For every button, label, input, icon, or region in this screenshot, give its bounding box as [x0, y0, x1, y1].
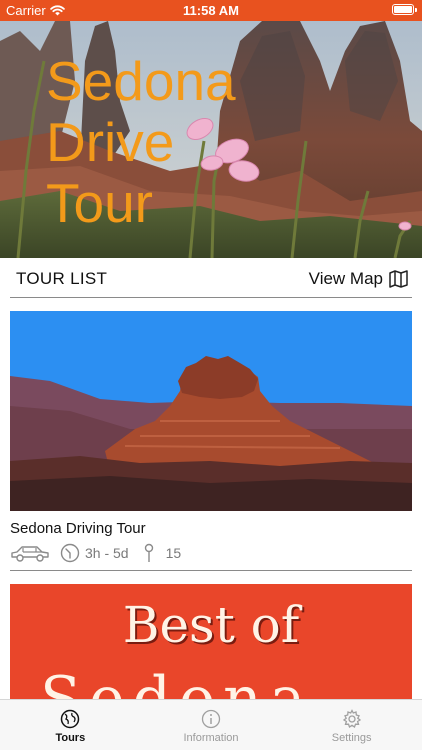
- tab-label: Information: [183, 732, 239, 744]
- tab-tours[interactable]: Tours: [0, 700, 141, 750]
- hero-banner: Sedona Drive Tour: [0, 21, 422, 258]
- tab-bar: Tours Information Settings: [0, 699, 422, 750]
- stops-meta: 15: [143, 543, 182, 563]
- hero-title: Sedona Drive Tour: [46, 51, 346, 234]
- tour-image-text: Sedona: [40, 664, 314, 699]
- pin-icon: [144, 543, 153, 562]
- view-map-button[interactable]: View Map: [309, 269, 412, 289]
- tour-meta: 3h - 5d 15: [10, 543, 412, 563]
- tab-information[interactable]: Information: [141, 700, 282, 750]
- tab-label: Settings: [331, 732, 372, 744]
- hero-title-line: Sedona: [46, 50, 236, 112]
- vehicle-meta: [10, 543, 50, 563]
- status-bar: Carrier 11:58 AM: [0, 0, 422, 21]
- clock-icon: [60, 543, 80, 563]
- tour-image-text: Best of: [122, 596, 300, 654]
- stops-count: 15: [165, 545, 182, 561]
- tab-label: Tours: [55, 732, 86, 744]
- status-right: [392, 4, 417, 15]
- tour-name: Sedona Driving Tour: [10, 520, 146, 537]
- duration-label: 3h - 5d: [85, 545, 129, 561]
- bell-rock-image: [10, 311, 412, 511]
- hero-title-line: Drive: [46, 111, 175, 173]
- battery-icon: [392, 4, 417, 15]
- car-icon: [11, 546, 49, 562]
- info-icon: [201, 709, 221, 729]
- gear-icon: [342, 709, 361, 729]
- status-time: 11:58 AM: [183, 3, 239, 18]
- tab-settings[interactable]: Settings: [281, 700, 422, 750]
- globe-icon: [61, 709, 80, 729]
- tour-list-title: TOUR LIST: [16, 268, 108, 288]
- tour-image[interactable]: [10, 311, 412, 511]
- map-icon: [389, 269, 408, 288]
- hero-title-line: Tour: [46, 172, 153, 234]
- tour-card[interactable]: Best of Sedona: [10, 584, 412, 699]
- duration-meta: 3h - 5d: [60, 543, 129, 563]
- tour-list-header: TOUR LIST View Map: [10, 260, 412, 298]
- card-divider: [10, 570, 412, 571]
- view-map-label: View Map: [308, 268, 383, 288]
- tour-card[interactable]: Sedona Driving Tour 3h - 5d 15: [10, 311, 412, 563]
